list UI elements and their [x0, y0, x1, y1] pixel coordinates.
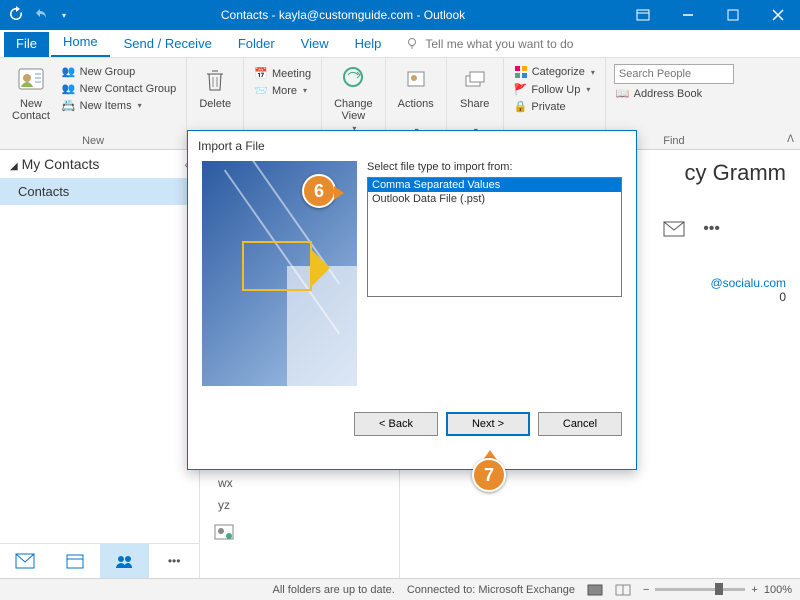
change-view-label: Change View: [334, 98, 373, 122]
categorize-icon: [514, 65, 528, 79]
undo-icon[interactable]: [34, 6, 50, 25]
followup-button[interactable]: 🚩Follow Up▾: [512, 82, 597, 97]
new-group-label: New Group: [80, 66, 136, 78]
tab-send-receive[interactable]: Send / Receive: [112, 32, 224, 57]
new-items-label: New Items: [80, 100, 132, 112]
contact-card-icon[interactable]: [200, 516, 399, 548]
share-button[interactable]: Share▾: [455, 62, 495, 137]
categorize-button[interactable]: Categorize▾: [512, 64, 597, 80]
trash-icon: [199, 64, 231, 96]
zoom-in-icon[interactable]: +: [751, 584, 757, 596]
flag-icon: 🚩: [514, 83, 528, 96]
new-contact-icon: [15, 64, 47, 96]
mail-nav-icon[interactable]: [0, 544, 50, 578]
email-action-icon[interactable]: [663, 221, 685, 237]
file-type-listbox[interactable]: Comma Separated Values Outlook Data File…: [367, 177, 622, 297]
collapse-ribbon-icon[interactable]: ᐱ: [787, 134, 794, 145]
zoom-control[interactable]: − + 100%: [643, 584, 792, 596]
new-items-icon: 📇: [62, 99, 76, 112]
lightbulb-icon: [405, 37, 419, 51]
new-contact-button[interactable]: New Contact: [8, 62, 54, 124]
followup-label: Follow Up: [531, 84, 580, 96]
delete-label: Delete: [199, 98, 231, 110]
calendar-nav-icon[interactable]: [50, 544, 100, 578]
import-file-dialog: Import a File Select file type to import…: [187, 130, 637, 470]
change-view-button[interactable]: Change View▾: [330, 62, 377, 135]
meeting-label: Meeting: [272, 68, 311, 80]
minimize-button[interactable]: [665, 0, 710, 30]
more-label: More: [272, 85, 297, 97]
tab-folder[interactable]: Folder: [226, 32, 287, 57]
status-bar: All folders are up to date. Connected to…: [0, 578, 800, 600]
actions-button[interactable]: Actions▾: [394, 62, 438, 137]
refresh-icon[interactable]: [8, 6, 24, 25]
address-book-button[interactable]: 📖 Address Book: [614, 86, 734, 101]
new-group-button[interactable]: 👥 New Group: [60, 64, 178, 79]
ribbon-display-options[interactable]: [620, 0, 665, 30]
tell-me[interactable]: Tell me what you want to do: [395, 33, 583, 57]
zoom-out-icon[interactable]: −: [643, 584, 649, 596]
new-contact-group-label: New Contact Group: [80, 83, 177, 95]
more-button[interactable]: 📨More▾: [252, 83, 313, 98]
nav-more-icon[interactable]: •••: [149, 544, 199, 578]
calendar-icon: 📅: [254, 67, 268, 80]
search-people-input[interactable]: [614, 64, 734, 84]
address-book-icon: 📖: [616, 87, 630, 100]
tab-file[interactable]: File: [4, 32, 49, 57]
share-icon: [459, 64, 491, 96]
more-icon: 📨: [254, 84, 268, 97]
new-items-button[interactable]: 📇New Items▾: [60, 98, 178, 113]
zoom-level: 100%: [764, 584, 792, 596]
new-contact-group-button[interactable]: 👥 New Contact Group: [60, 81, 178, 96]
status-folders: All folders are up to date.: [273, 584, 395, 596]
contacts-folder[interactable]: Contacts: [0, 178, 199, 205]
lock-icon: 🔒: [514, 100, 528, 113]
window-title: Contacts - kayla@customguide.com - Outlo…: [66, 8, 620, 22]
nav-footer: •••: [0, 543, 199, 578]
more-actions-icon[interactable]: •••: [703, 220, 720, 238]
my-contacts-header[interactable]: ◢ My Contacts ‹: [0, 150, 199, 178]
maximize-button[interactable]: [710, 0, 755, 30]
back-button[interactable]: < Back: [354, 412, 438, 436]
cancel-button[interactable]: Cancel: [538, 412, 622, 436]
address-book-label: Address Book: [634, 88, 702, 100]
private-label: Private: [531, 101, 565, 113]
alpha-yz[interactable]: yz: [200, 494, 399, 516]
option-csv[interactable]: Comma Separated Values: [368, 178, 621, 192]
view-normal-icon[interactable]: [587, 584, 603, 596]
tab-help[interactable]: Help: [343, 32, 394, 57]
option-pst[interactable]: Outlook Data File (.pst): [368, 192, 621, 206]
dialog-title: Import a File: [188, 131, 636, 157]
people-nav-icon[interactable]: [100, 544, 150, 578]
contact-group-icon: 👥: [62, 82, 76, 95]
title-bar: ▾ Contacts - kayla@customguide.com - Out…: [0, 0, 800, 30]
tab-home[interactable]: Home: [51, 30, 110, 57]
my-contacts-label: My Contacts: [22, 156, 100, 172]
view-reading-icon[interactable]: [615, 584, 631, 596]
change-view-icon: [337, 64, 369, 96]
dialog-wizard-image: [202, 161, 357, 386]
actions-label: Actions: [398, 98, 434, 110]
people-icon: 👥: [62, 65, 76, 78]
meeting-button[interactable]: 📅 Meeting: [252, 66, 313, 81]
new-contact-label: New Contact: [12, 98, 50, 122]
share-label: Share: [460, 98, 489, 110]
group-new-label: New: [8, 133, 178, 147]
tell-me-label: Tell me what you want to do: [425, 37, 573, 51]
private-button[interactable]: 🔒Private: [512, 99, 597, 114]
close-button[interactable]: [755, 0, 800, 30]
tab-view[interactable]: View: [289, 32, 341, 57]
categorize-label: Categorize: [532, 66, 585, 78]
menu-tabs: File Home Send / Receive Folder View Hel…: [0, 30, 800, 58]
actions-icon: [400, 64, 432, 96]
navigation-pane: ◢ My Contacts ‹ Contacts •••: [0, 150, 200, 578]
next-button[interactable]: Next >: [446, 412, 530, 436]
zoom-slider[interactable]: [655, 588, 745, 591]
dialog-instruction: Select file type to import from:: [367, 161, 622, 173]
status-connection: Connected to: Microsoft Exchange: [407, 584, 575, 596]
alpha-wx[interactable]: wx: [200, 472, 399, 494]
delete-button[interactable]: Delete: [195, 62, 235, 112]
